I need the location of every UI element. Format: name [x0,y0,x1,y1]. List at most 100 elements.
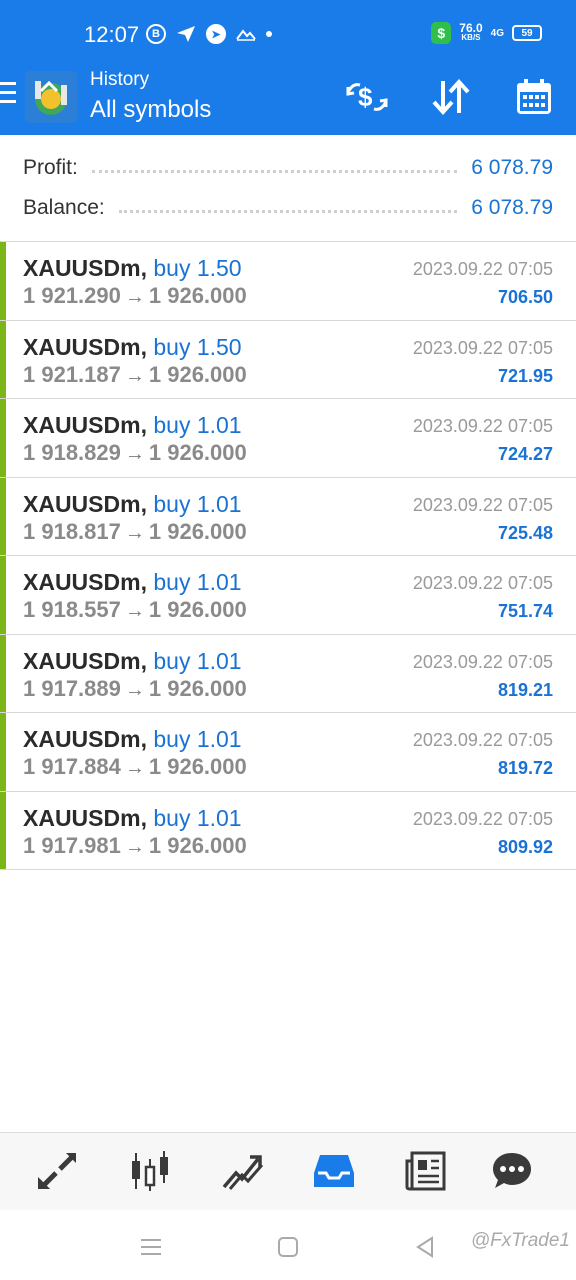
telegram-icon: ➤ [206,24,226,44]
dot-icon [266,31,272,37]
deal-open-price: 1 918.817 [23,518,121,544]
buy-indicator-bar [0,634,6,712]
deal-time: 2023.09.22 07:05 [412,730,553,750]
arrow-right-icon: → [124,757,145,779]
buy-indicator-bar [0,791,6,869]
profit-label: Profit: [23,156,78,179]
app-subtitle: History [90,69,150,90]
deal-open-price: 1 917.889 [23,675,121,701]
deal-time: 2023.09.22 07:05 [412,337,553,358]
calendar-icon[interactable] [509,72,559,122]
buy-indicator-bar [0,556,6,634]
deal-side-volume: buy 1.01 [153,412,242,438]
status-bar: 12:07 B ➤ $ 76.0 KB/S 4G 59 [0,0,576,66]
deals-list: XAUUSDm, buy 1.50 1 921.290 → 1 926.000 20… [0,242,576,870]
sort-icon[interactable] [426,72,476,122]
buy-indicator-bar [0,399,6,477]
home-icon[interactable] [273,1232,303,1262]
deal-close-price: 1 926.000 [148,361,247,387]
deal-profit: 724.27 [497,444,553,464]
page-title[interactable]: All symbols [90,96,211,124]
network-speed: 76.0 KB/S [459,21,483,42]
buy-indicator-bar [0,242,6,320]
deal-close-price: 1 926.000 [148,597,247,622]
dotted-leader [91,169,458,173]
arrow-right-icon: → [124,600,145,622]
back-icon[interactable] [410,1232,440,1262]
deal-side-volume: buy 1.01 [153,569,242,595]
status-time: 12:07 [84,22,140,47]
deal-close-price: 1 926.000 [148,675,247,701]
status-notification-icons: B ➤ [146,24,272,44]
deal-row[interactable]: XAUUSDm, buy 1.01 1 918.817 → 1 926.000 20… [0,477,576,556]
deal-row[interactable]: XAUUSDm, buy 1.01 1 918.829 → 1 926.000 20… [0,399,576,478]
deal-symbol: XAUUSDm, [23,255,147,281]
arrow-right-icon: → [124,521,145,544]
deal-side-volume: buy 1.50 [153,255,242,281]
hamburger-menu-icon[interactable] [0,82,18,106]
recent-apps-icon[interactable] [136,1232,166,1262]
deal-symbol: XAUUSDm, [23,804,147,831]
currency-exchange-icon[interactable]: $ [342,72,392,122]
deal-row[interactable]: XAUUSDm, buy 1.50 1 921.290 → 1 926.000 20… [0,242,576,321]
deal-side-volume: buy 1.01 [153,647,242,674]
deal-row[interactable]: XAUUSDm, buy 1.01 1 917.884 → 1 926.000 20… [0,713,576,792]
buy-indicator-bar [0,320,6,398]
deal-time: 2023.09.22 07:05 [412,416,553,436]
deal-symbol: XAUUSDm, [23,490,147,517]
deal-time: 2023.09.22 07:05 [412,259,553,279]
chart-icon[interactable] [122,1145,178,1197]
system-navigation-bar: @FxTrade1 [0,1210,576,1280]
deal-row[interactable]: XAUUSDm, buy 1.50 1 921.187 → 1 926.000 20… [0,320,576,399]
deal-open-price: 1 918.557 [23,597,121,622]
news-icon[interactable] [398,1145,454,1197]
deal-row[interactable]: XAUUSDm, buy 1.01 1 917.981 → 1 926.000 20… [0,791,576,870]
deal-close-price: 1 926.000 [148,832,247,858]
status-system-icons: $ 76.0 KB/S 4G 59 [431,22,542,44]
deal-symbol: XAUUSDm, [23,726,147,752]
deal-side-volume: buy 1.01 [153,490,242,517]
profit-value: 6 078.79 [471,156,553,179]
chat-icon[interactable] [484,1145,540,1197]
deal-row[interactable]: XAUUSDm, buy 1.01 1 917.889 → 1 926.000 20… [0,634,576,713]
deal-side-volume: buy 1.50 [153,333,242,360]
header: 12:07 B ➤ $ 76.0 KB/S 4G 59 History All … [0,0,576,135]
bottom-navigation [0,1132,576,1210]
quotes-icon[interactable] [30,1145,86,1197]
deal-profit: 725.48 [497,522,553,543]
deal-symbol: XAUUSDm, [23,569,147,595]
buy-indicator-bar [0,713,6,791]
arrow-right-icon: → [124,364,145,387]
deal-profit: 819.72 [497,758,553,778]
deal-profit: 706.50 [497,287,553,307]
deal-side-volume: buy 1.01 [153,726,242,752]
battery-icon: 59 [512,25,542,41]
deal-profit: 809.92 [497,836,553,857]
deal-time: 2023.09.22 07:05 [412,573,553,593]
arrow-right-icon: → [124,443,145,465]
deal-open-price: 1 921.290 [23,283,121,308]
deal-time: 2023.09.22 07:05 [412,494,553,515]
deal-time: 2023.09.22 07:05 [412,651,553,672]
balance-label: Balance: [23,196,105,219]
account-summary: Profit: 6 078.79 Balance: 6 078.79 [0,135,576,242]
dollar-shield-icon: $ [431,22,452,44]
watermark-text: @FxTrade1 [470,1230,570,1251]
network-type: 4G [490,27,504,39]
buy-indicator-bar [0,477,6,555]
deal-profit: 819.21 [497,679,553,700]
app-logo [25,71,77,123]
mountain-icon [236,29,256,41]
deal-row[interactable]: XAUUSDm, buy 1.01 1 918.557 → 1 926.000 20… [0,556,576,635]
profit-row: Profit: 6 078.79 [23,153,553,183]
arrow-right-icon: → [124,835,145,858]
send-icon [177,26,195,42]
deal-profit: 721.95 [497,365,553,386]
deal-symbol: XAUUSDm, [23,333,147,360]
deal-close-price: 1 926.000 [148,518,247,544]
history-icon[interactable] [306,1145,362,1197]
trade-icon[interactable] [214,1145,270,1197]
deal-close-price: 1 926.000 [148,754,247,779]
balance-row: Balance: 6 078.79 [23,193,553,223]
deal-open-price: 1 921.187 [23,361,121,387]
